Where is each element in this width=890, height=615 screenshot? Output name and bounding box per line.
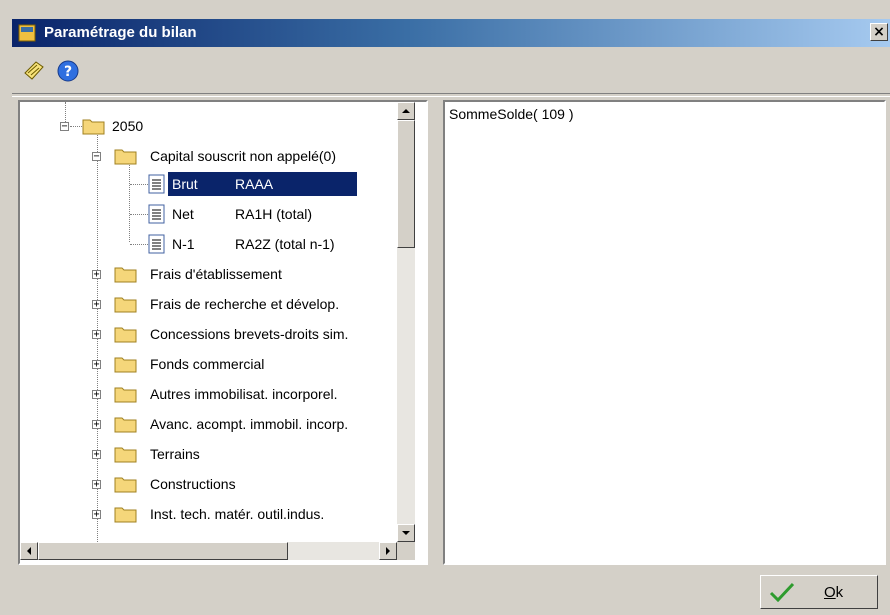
scroll-thumb[interactable] bbox=[38, 542, 288, 560]
arrow-right-icon bbox=[386, 547, 390, 555]
arrow-up-icon bbox=[402, 109, 410, 113]
folder-label: Avanc. acompt. immobil. incorp. bbox=[150, 416, 349, 432]
folder-open-icon bbox=[114, 149, 137, 165]
collapse-icon[interactable]: − bbox=[92, 152, 101, 162]
folder-open-icon bbox=[82, 119, 105, 135]
scroll-thumb[interactable] bbox=[397, 120, 415, 248]
folder-label: Autres immobilisat. incorporel. bbox=[150, 386, 338, 402]
document-icon bbox=[148, 204, 165, 224]
scroll-down-button[interactable] bbox=[397, 524, 415, 542]
expand-icon[interactable]: + bbox=[92, 390, 101, 400]
ok-mnemonic: O bbox=[824, 584, 836, 601]
close-button[interactable]: × bbox=[870, 23, 888, 41]
folder-label: Frais de recherche et dévelop. bbox=[150, 296, 340, 312]
leaf-code: RAAA bbox=[235, 176, 274, 192]
edit-icon[interactable] bbox=[22, 59, 46, 83]
tree-node-label: Capital souscrit non appelé(0) bbox=[150, 148, 336, 164]
folder-label: Constructions bbox=[150, 476, 236, 492]
folder-icon bbox=[114, 267, 137, 283]
tree-node-label: 2050 bbox=[112, 118, 144, 134]
tree-line bbox=[130, 184, 148, 185]
svg-text:?: ? bbox=[64, 64, 72, 80]
leaf-name: Net bbox=[172, 206, 194, 222]
folder-icon bbox=[114, 327, 137, 343]
tree-panel: − 2050 − Capital souscrit non appelé(0) … bbox=[18, 100, 428, 565]
ok-button[interactable]: Ok bbox=[760, 575, 878, 609]
folder-icon bbox=[114, 357, 137, 373]
folder-label: Frais d'établissement bbox=[150, 266, 282, 282]
scroll-up-button[interactable] bbox=[397, 102, 415, 120]
expand-icon[interactable]: + bbox=[92, 510, 101, 520]
folder-label: Inst. tech. matér. outil.indus. bbox=[150, 506, 325, 522]
formula-text: SommeSolde( 109 ) bbox=[449, 106, 574, 122]
document-icon bbox=[148, 174, 165, 194]
arrow-left-icon bbox=[27, 547, 31, 555]
expand-icon[interactable]: + bbox=[92, 300, 101, 310]
scroll-left-button[interactable] bbox=[20, 542, 38, 560]
arrow-down-icon bbox=[402, 531, 410, 535]
tree-leaf-brut[interactable]: Brut RAAA bbox=[130, 172, 357, 196]
window-title: Paramétrage du bilan bbox=[44, 24, 197, 41]
horizontal-scrollbar[interactable] bbox=[20, 542, 397, 560]
leaf-name: N-1 bbox=[172, 236, 195, 252]
expand-icon[interactable]: + bbox=[92, 480, 101, 490]
scroll-right-button[interactable] bbox=[379, 542, 397, 560]
expand-icon[interactable]: + bbox=[92, 330, 101, 340]
folder-icon bbox=[114, 477, 137, 493]
document-icon bbox=[148, 234, 165, 254]
checkmark-icon bbox=[769, 582, 795, 602]
folder-label: Concessions brevets-droits sim. bbox=[150, 326, 349, 342]
toolbar-separator bbox=[12, 93, 890, 97]
ok-label: Ok bbox=[824, 584, 843, 601]
title-bar: Paramétrage du bilan × bbox=[12, 19, 890, 47]
folder-icon bbox=[114, 417, 137, 433]
toolbar: ? bbox=[12, 57, 890, 89]
expand-icon[interactable]: + bbox=[92, 420, 101, 430]
tree-line bbox=[130, 214, 148, 215]
leaf-name: Brut bbox=[172, 176, 198, 192]
expand-icon[interactable]: + bbox=[92, 360, 101, 370]
folder-icon bbox=[114, 507, 137, 523]
leaf-code: RA1H (total) bbox=[235, 206, 313, 222]
ok-label-rest: k bbox=[835, 584, 844, 601]
folder-icon bbox=[114, 387, 137, 403]
expand-icon[interactable]: + bbox=[92, 450, 101, 460]
leaf-code: RA2Z (total n-1) bbox=[235, 236, 335, 252]
folder-label: Terrains bbox=[150, 446, 200, 462]
collapse-icon[interactable]: − bbox=[60, 122, 69, 132]
help-icon[interactable]: ? bbox=[56, 59, 80, 83]
app-icon bbox=[18, 24, 36, 42]
folder-icon bbox=[114, 297, 137, 313]
tree-line bbox=[130, 244, 148, 245]
folder-label: Fonds commercial bbox=[150, 356, 265, 372]
scrollbar-corner bbox=[397, 542, 415, 560]
vertical-scrollbar[interactable] bbox=[397, 102, 415, 542]
formula-panel[interactable]: SommeSolde( 109 ) bbox=[443, 100, 886, 565]
expand-icon[interactable]: + bbox=[92, 270, 101, 280]
folder-icon bbox=[114, 447, 137, 463]
tree-view[interactable]: − 2050 − Capital souscrit non appelé(0) … bbox=[20, 102, 397, 542]
